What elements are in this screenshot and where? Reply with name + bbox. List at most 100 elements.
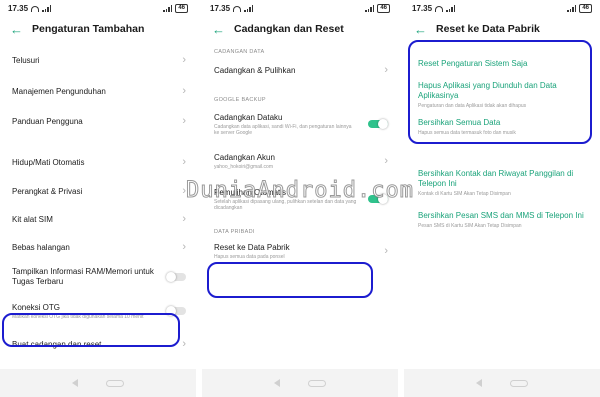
page-title: Reset ke Data Pabrik [436,23,540,35]
list-item-label: Telusuri [12,55,40,65]
list-item-label: Bebas halangan [12,242,70,252]
list-item-cadangkan-pulihkan[interactable]: Cadangkan & Pulihkan › [202,55,398,85]
list-item-label: Kit alat SIM [12,214,53,224]
clear-contacts-call-history-option[interactable]: Bersihkan Kontak dan Riwayat Panggilan d… [404,169,600,209]
option-description: Pesan SMS di Kartu SIM Akan Tetap Disimp… [418,223,522,229]
section-header: CADANGAN DATA [214,49,265,55]
battery-icon: 46 [579,4,592,13]
settings-list: Telusuri › Manajemen Pengunduhan › Pandu… [0,44,196,359]
option-description: Pengaturan dan data Aplikasi tidak akan … [418,103,527,109]
highlight-outline [207,262,373,298]
status-bar: 17.35 46 [202,0,398,17]
auto-restore-toggle[interactable] [368,194,388,204]
list-item-pemulihan-otomatis: Pemulihan Otomatis Setelah aplikasi dipa… [202,177,398,221]
signal-icon [163,5,173,12]
wifi-icon [233,5,242,12]
list-item-tampilkan-info-ram: Tampilkan Informasi RAM/Memori untuk Tug… [0,261,196,293]
list-item-description: yahoo_hokoiri@gmail.com [214,163,273,170]
list-item-description: Hapus semua data pada ponsel [214,253,285,260]
chevron-right-icon: › [384,245,388,257]
back-arrow-icon[interactable]: ← [212,22,234,37]
otg-toggle[interactable] [166,306,186,316]
chevron-right-icon: › [182,85,186,97]
list-item-label: Cadangkan & Pulihkan [214,65,296,75]
list-item-label: Reset ke Data Pabrik [214,242,290,252]
list-item-bebas-halangan[interactable]: Bebas halangan › [0,233,196,261]
chevron-right-icon: › [182,213,186,225]
chevron-right-icon: › [384,64,388,76]
nav-back-icon[interactable] [72,379,78,387]
option-description: Kontak di Kartu SIM Akan Tetap Disimpan [418,191,511,197]
status-bar: 17.35 46 [404,0,600,17]
list-item-reset-data-pabrik[interactable]: Reset ke Data Pabrik Hapus semua data pa… [202,235,398,267]
list-item-cadangkan-akun[interactable]: Cadangkan Akun yahoo_hokoiri@gmail.com › [202,145,398,177]
page-title: Cadangkan dan Reset [234,23,344,35]
list-item-description: Matikan koneksi OTG jika tidak digunakan… [12,313,144,320]
nav-home-icon[interactable] [308,379,326,387]
app-bar: ← Pengaturan Tambahan [0,17,196,41]
signal-icon [42,5,52,12]
screen-pengaturan-tambahan: 17.35 46 ← Pengaturan Tambahan Telusuri … [0,0,196,397]
status-time: 17.35 [8,4,29,13]
nav-home-icon[interactable] [106,379,124,387]
settings-list: CADANGAN DATA Cadangkan & Pulihkan › GOO… [202,41,398,267]
ram-info-toggle[interactable] [166,272,186,282]
option-label: Bersihkan Pesan SMS dan MMS di Telepon I… [418,211,584,220]
nav-back-icon[interactable] [476,379,482,387]
option-label: Bersihkan Semua Data [418,118,501,127]
battery-icon: 46 [377,4,390,13]
option-label: Hapus Aplikasi yang Diunduh dan Data Apl… [418,81,557,100]
chevron-right-icon: › [182,185,186,197]
chevron-right-icon: › [182,115,186,127]
chevron-right-icon: › [182,338,186,350]
page-title: Pengaturan Tambahan [32,23,145,35]
list-item-label: Tampilkan Informasi RAM/Memori untuk Tug… [12,267,154,286]
list-item-kit-alat-sim[interactable]: Kit alat SIM › [0,205,196,233]
list-item-perangkat-privasi[interactable]: Perangkat & Privasi › [0,177,196,205]
back-arrow-icon[interactable]: ← [414,22,436,37]
list-item-telusuri[interactable]: Telusuri › [0,44,196,76]
signal-icon [365,5,375,12]
battery-icon: 46 [175,4,188,13]
wifi-icon [435,5,444,12]
status-time: 17.35 [412,4,433,13]
chevron-right-icon: › [384,155,388,167]
nav-home-icon[interactable] [510,379,528,387]
list-item-label: Cadangkan Akun [214,152,275,162]
delete-downloaded-apps-option[interactable]: Hapus Aplikasi yang Diunduh dan Data Apl… [404,77,600,115]
list-item-panduan-pengguna[interactable]: Panduan Pengguna › [0,106,196,136]
option-label: Reset Pengaturan Sistem Saja [418,59,528,68]
app-bar: ← Cadangkan dan Reset [202,17,398,41]
backup-data-toggle[interactable] [368,119,388,129]
list-item-hidup-mati-otomatis[interactable]: Hidup/Mati Otomatis › [0,147,196,177]
signal-icon [244,5,254,12]
navigation-bar [202,369,398,397]
list-item-manajemen-pengunduhan[interactable]: Manajemen Pengunduhan › [0,76,196,106]
back-arrow-icon[interactable]: ← [10,22,32,37]
nav-back-icon[interactable] [274,379,280,387]
option-label: Bersihkan Kontak dan Riwayat Panggilan d… [418,169,574,188]
chevron-right-icon: › [182,156,186,168]
status-bar: 17.35 46 [0,0,196,17]
clear-sms-mms-option[interactable]: Bersihkan Pesan SMS dan MMS di Telepon I… [404,209,600,239]
wifi-icon [31,5,40,12]
list-item-label: Buat cadangan dan reset [12,339,102,349]
navigation-bar [0,369,196,397]
option-description: Hapus semua data termasuk foto dan musik [418,130,516,136]
list-item-label: Koneksi OTG [12,302,61,312]
navigation-bar [404,369,600,397]
chevron-right-icon: › [182,54,186,66]
reset-system-settings-option[interactable]: Reset Pengaturan Sistem Saja [404,51,600,77]
list-item-label: Cadangkan Dataku [214,112,283,122]
list-item-description: Cadangkan data aplikasi, sandi Wi-Fi, da… [214,123,352,136]
chevron-right-icon: › [182,241,186,253]
clear-all-data-option[interactable]: Bersihkan Semua Data Hapus semua data te… [404,115,600,145]
section-header: GOOGLE BACKUP [214,97,266,103]
reset-options-list: Reset Pengaturan Sistem Saja Hapus Aplik… [404,41,600,239]
list-item-cadangkan-dataku: Cadangkan Dataku Cadangkan data aplikasi… [202,103,398,145]
list-item-label: Perangkat & Privasi [12,186,83,196]
section-header: DATA PRIBADI [214,229,255,235]
screen-reset-ke-data-pabrik: 17.35 46 ← Reset ke Data Pabrik Reset Pe… [404,0,600,397]
status-time: 17.35 [210,4,231,13]
list-item-buat-cadangan-dan-reset[interactable]: Buat cadangan dan reset › [0,329,196,359]
